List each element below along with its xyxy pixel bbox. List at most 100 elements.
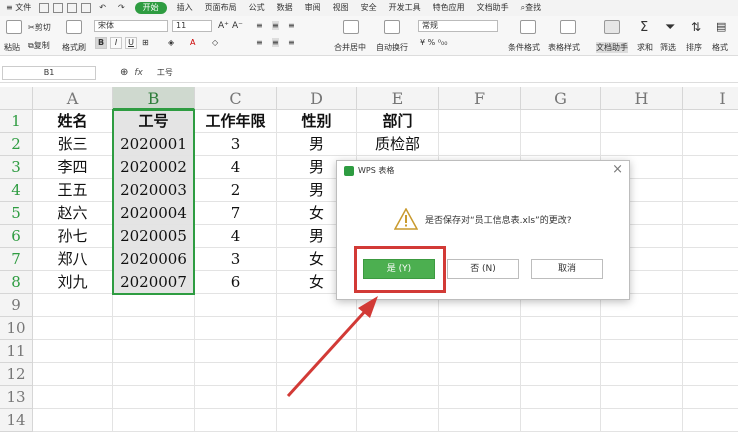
cell-a8[interactable]: 刘九 xyxy=(33,271,113,294)
cell-i1[interactable] xyxy=(683,110,738,133)
cell-b13[interactable] xyxy=(113,386,195,409)
tab-review[interactable]: 审阅 xyxy=(299,0,327,16)
align-center-icon[interactable]: ≡ xyxy=(272,38,279,47)
font-color-icon[interactable]: A xyxy=(190,38,195,47)
cell-e12[interactable] xyxy=(357,363,439,386)
name-box[interactable]: B1 xyxy=(2,65,96,80)
row-header-13[interactable]: 13 xyxy=(0,386,33,409)
cell-g1[interactable] xyxy=(521,110,601,133)
cell-c14[interactable] xyxy=(195,409,277,432)
cell-b7[interactable]: 2020006 xyxy=(113,248,195,271)
tab-insert[interactable]: 插入 xyxy=(171,0,199,16)
cell-g10[interactable] xyxy=(521,317,601,340)
cell-c13[interactable] xyxy=(195,386,277,409)
merge-center-button[interactable]: 合并居中 xyxy=(334,42,366,53)
cell-i10[interactable] xyxy=(683,317,738,340)
align-bottom-icon[interactable]: ≡ xyxy=(288,21,295,30)
paste-icon[interactable] xyxy=(6,20,22,34)
yes-button[interactable]: 是 (Y) xyxy=(363,259,435,279)
redo-icon[interactable]: ↷ xyxy=(112,0,131,16)
cell-b14[interactable] xyxy=(113,409,195,432)
cell-e1[interactable]: 部门 xyxy=(357,110,439,133)
row-header-1[interactable]: 1 xyxy=(0,110,33,133)
column-header-a[interactable]: A xyxy=(33,87,113,110)
search-button[interactable]: ⌕查找 xyxy=(515,0,547,16)
cell-b5[interactable]: 2020004 xyxy=(113,202,195,225)
cell-c2[interactable]: 3 xyxy=(195,133,277,156)
wrap-text-button[interactable]: 自动换行 xyxy=(376,42,408,53)
cell-d1[interactable]: 性别 xyxy=(277,110,357,133)
cell-a3[interactable]: 李四 xyxy=(33,156,113,179)
cell-f11[interactable] xyxy=(439,340,521,363)
tab-home[interactable]: 开始 xyxy=(134,2,167,14)
cell-i11[interactable] xyxy=(683,340,738,363)
tab-view[interactable]: 视图 xyxy=(327,0,355,16)
cell-i4[interactable] xyxy=(683,179,738,202)
row-header-9[interactable]: 9 xyxy=(0,294,33,317)
border-icon[interactable]: ⊞ xyxy=(142,38,149,47)
cell-b4[interactable]: 2020003 xyxy=(113,179,195,202)
doc-assistant-button[interactable]: 文档助手 xyxy=(596,42,628,53)
row-header-11[interactable]: 11 xyxy=(0,340,33,363)
tab-developer[interactable]: 开发工具 xyxy=(383,0,427,16)
cell-d10[interactable] xyxy=(277,317,357,340)
print-icon[interactable] xyxy=(67,3,78,13)
cell-a14[interactable] xyxy=(33,409,113,432)
paste-button[interactable]: 粘贴 xyxy=(4,42,20,53)
cell-a11[interactable] xyxy=(33,340,113,363)
cell-b2[interactable]: 2020001 xyxy=(113,133,195,156)
cell-i12[interactable] xyxy=(683,363,738,386)
cell-f2[interactable] xyxy=(439,133,521,156)
table-style-button[interactable]: 表格样式 xyxy=(548,42,580,53)
format-painter-button[interactable]: 格式刷 xyxy=(62,42,86,53)
cut-button[interactable]: ✂剪切 xyxy=(28,22,51,33)
row-header-5[interactable]: 5 xyxy=(0,202,33,225)
cell-c11[interactable] xyxy=(195,340,277,363)
save-icon[interactable] xyxy=(39,3,50,13)
cell-h11[interactable] xyxy=(601,340,683,363)
italic-button[interactable]: I xyxy=(110,37,122,49)
align-middle-icon[interactable]: ≡ xyxy=(272,21,279,30)
tab-features[interactable]: 特色应用 xyxy=(427,0,471,16)
sum-button[interactable]: 求和 xyxy=(637,42,653,53)
cell-h13[interactable] xyxy=(601,386,683,409)
font-name-select[interactable]: 宋体 xyxy=(94,20,168,32)
zoom-icon[interactable]: ⊕ xyxy=(120,67,128,78)
cell-a2[interactable]: 张三 xyxy=(33,133,113,156)
cell-d2[interactable]: 男 xyxy=(277,133,357,156)
cell-c7[interactable]: 3 xyxy=(195,248,277,271)
cell-c9[interactable] xyxy=(195,294,277,317)
cell-h12[interactable] xyxy=(601,363,683,386)
cell-c6[interactable]: 4 xyxy=(195,225,277,248)
cell-e14[interactable] xyxy=(357,409,439,432)
tab-data[interactable]: 数据 xyxy=(271,0,299,16)
cell-g14[interactable] xyxy=(521,409,601,432)
currency-icon[interactable]: ¥ % ⁰₀₀ xyxy=(420,38,447,47)
tab-security[interactable]: 安全 xyxy=(355,0,383,16)
cell-g13[interactable] xyxy=(521,386,601,409)
cell-a10[interactable] xyxy=(33,317,113,340)
row-header-4[interactable]: 4 xyxy=(0,179,33,202)
row-header-10[interactable]: 10 xyxy=(0,317,33,340)
cell-d13[interactable] xyxy=(277,386,357,409)
row-header-12[interactable]: 12 xyxy=(0,363,33,386)
cell-b1[interactable]: 工号 xyxy=(113,110,195,133)
font-size-select[interactable]: 11 xyxy=(172,20,212,32)
cell-g12[interactable] xyxy=(521,363,601,386)
formula-input[interactable]: 工号 xyxy=(157,67,173,78)
cell-i3[interactable] xyxy=(683,156,738,179)
decrease-font-icon[interactable]: A⁻ xyxy=(232,21,243,31)
align-left-icon[interactable]: ≡ xyxy=(256,38,263,47)
cell-a6[interactable]: 孙七 xyxy=(33,225,113,248)
tab-page-layout[interactable]: 页面布局 xyxy=(199,0,243,16)
cell-c5[interactable]: 7 xyxy=(195,202,277,225)
open-icon[interactable] xyxy=(53,3,64,13)
cell-h2[interactable] xyxy=(601,133,683,156)
cell-i13[interactable] xyxy=(683,386,738,409)
cell-d14[interactable] xyxy=(277,409,357,432)
cell-f1[interactable] xyxy=(439,110,521,133)
close-icon[interactable]: × xyxy=(612,163,623,177)
tab-doc-assistant[interactable]: 文档助手 xyxy=(471,0,515,16)
column-header-e[interactable]: E xyxy=(357,87,439,110)
cell-h1[interactable] xyxy=(601,110,683,133)
